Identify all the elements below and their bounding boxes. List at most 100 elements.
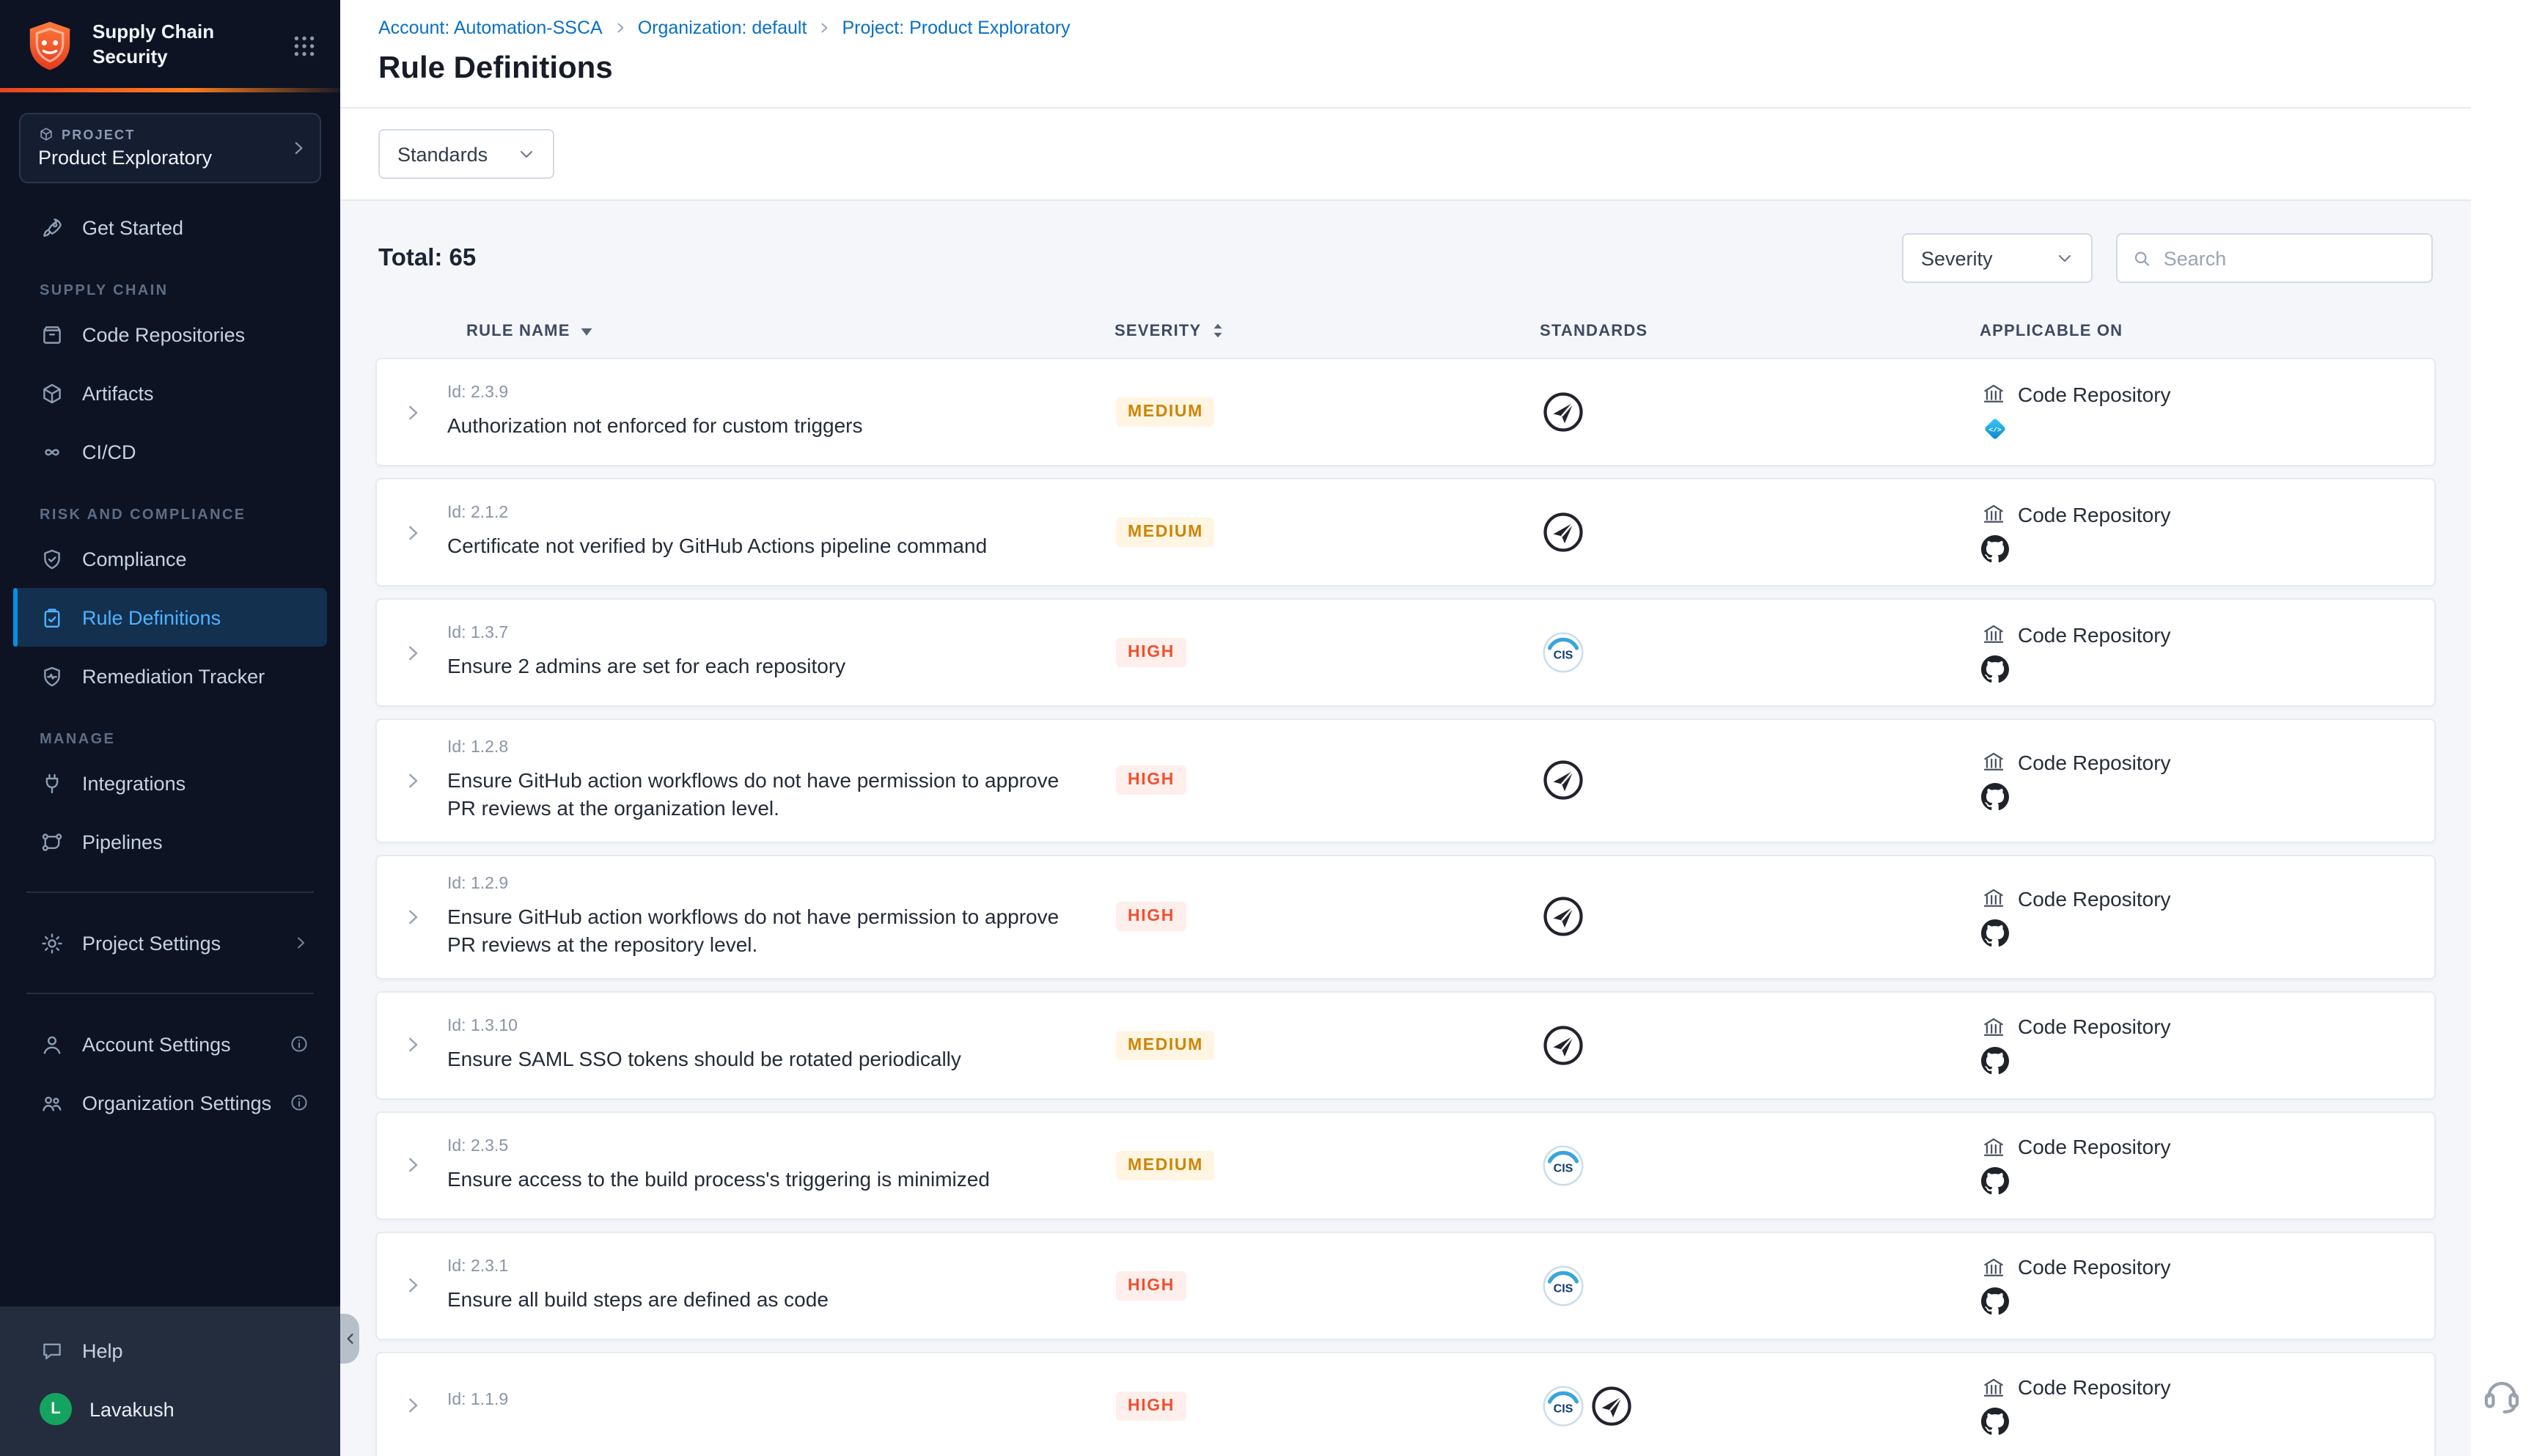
panel-toolbar: Total: 65 Severity — [340, 201, 2471, 283]
severity-cell: HIGH — [1116, 902, 1400, 931]
column-header-severity[interactable]: SEVERITY — [1114, 321, 1399, 340]
code-repository-icon — [1981, 381, 2006, 406]
sidebar-item-rule-definitions[interactable]: Rule Definitions — [13, 588, 327, 647]
rule-id: Id: 1.3.7 — [447, 625, 1101, 642]
row-expander[interactable] — [377, 770, 447, 792]
rule-name-cell: Id: 2.3.9 Authorization not enforced for… — [447, 365, 1116, 459]
source-cell — [1981, 534, 2434, 563]
svg-text:CIS: CIS — [1554, 650, 1573, 662]
module-switcher-grid-icon[interactable] — [289, 30, 320, 61]
severity-badge: HIGH — [1116, 766, 1186, 795]
chevron-right-icon — [401, 1154, 423, 1176]
rule-name-cell: Id: 1.2.8 Ensure GitHub action workflows… — [447, 720, 1116, 842]
rules-panel: Total: 65 Severity RULE NAME — [340, 201, 2471, 1456]
table-row[interactable]: Id: 1.2.9 Ensure GitHub action workflows… — [375, 855, 2436, 979]
chevron-right-icon — [401, 401, 423, 423]
row-expander[interactable] — [377, 905, 447, 927]
row-expander[interactable] — [377, 1394, 447, 1416]
info-icon[interactable] — [289, 1034, 309, 1054]
severity-badge: HIGH — [1116, 638, 1186, 667]
rule-id: Id: 1.2.8 — [447, 739, 1101, 757]
cis-standard-icon: CIS — [1541, 630, 1585, 674]
rule-id: Id: 1.1.9 — [447, 1391, 1101, 1409]
rule-id: Id: 2.3.1 — [447, 1257, 1101, 1275]
standards-cell — [1400, 390, 1870, 434]
severity-badge: MEDIUM — [1116, 1030, 1215, 1059]
sidebar-item-artifacts[interactable]: Artifacts — [13, 364, 327, 422]
chevron-right-icon — [401, 521, 423, 543]
breadcrumb-organization-link[interactable]: Organization: default — [638, 18, 807, 38]
search-input[interactable] — [2164, 247, 2417, 269]
sidebar-item-label: Code Repositories — [82, 323, 245, 345]
row-expander[interactable] — [377, 1154, 447, 1176]
row-expander[interactable] — [377, 521, 447, 543]
sidebar-item-cicd[interactable]: CI/CD — [13, 422, 327, 481]
sidebar-item-compliance[interactable]: Compliance — [13, 529, 327, 588]
table-row[interactable]: Id: 1.1.9 HIGH CIS Code Repository — [375, 1351, 2436, 1456]
rocket-icon — [40, 215, 65, 240]
row-expander[interactable] — [377, 1274, 447, 1296]
search-icon — [2132, 247, 2152, 269]
sidebar-item-remediation-tracker[interactable]: Remediation Tracker — [13, 647, 327, 705]
severity-cell: HIGH — [1116, 766, 1400, 795]
severity-cell: HIGH — [1116, 638, 1400, 667]
severity-badge: HIGH — [1116, 902, 1186, 931]
sidebar-item-code-repositories[interactable]: Code Repositories — [13, 305, 327, 364]
applicable-on-cell: Code Repository — [1870, 1014, 2434, 1076]
app-title: Supply Chain Security — [92, 21, 274, 70]
column-header-standards[interactable]: STANDARDS — [1399, 322, 1868, 339]
breadcrumb-project-link[interactable]: Project: Product Exploratory — [842, 18, 1070, 38]
chevron-down-icon — [517, 145, 535, 163]
table-row[interactable]: Id: 2.3.1 Ensure all build steps are def… — [375, 1231, 2436, 1339]
info-icon[interactable] — [289, 1092, 309, 1113]
severity-badge: HIGH — [1116, 1271, 1186, 1300]
code-repository-icon — [1981, 750, 2006, 775]
sidebar-item-account-settings[interactable]: Account Settings — [13, 1015, 327, 1073]
applicable-on-cell: Code Repository — [1870, 886, 2434, 947]
row-expander[interactable] — [377, 401, 447, 423]
sidebar-item-get-started[interactable]: Get Started — [13, 198, 327, 257]
applicable-on-cell: Code Repository — [1870, 501, 2434, 563]
project-selector[interactable]: PROJECT Product Exploratory — [19, 113, 321, 183]
divider — [26, 891, 314, 893]
plane-standard-icon — [1541, 510, 1585, 554]
chevron-down-icon — [2056, 249, 2074, 267]
standards-filter-dropdown[interactable]: Standards — [378, 129, 554, 179]
table-row[interactable]: Id: 1.2.8 Ensure GitHub action workflows… — [375, 718, 2436, 843]
code-repository-icon — [1981, 501, 2006, 526]
table-row[interactable]: Id: 1.3.7 Ensure 2 admins are set for ea… — [375, 598, 2436, 707]
github-icon — [1981, 1287, 2009, 1315]
table-row[interactable]: Id: 2.3.9 Authorization not enforced for… — [375, 358, 2436, 466]
chevron-right-icon — [401, 1394, 423, 1416]
repository-box-icon — [40, 322, 65, 347]
page-header: Account: Automation-SSCA Organization: d… — [340, 0, 2534, 107]
source-cell — [1981, 782, 2434, 812]
column-header-rule-name[interactable]: RULE NAME — [446, 322, 1114, 339]
support-headset-button[interactable] — [2480, 1372, 2524, 1424]
applicable-on-label: Code Repository — [2018, 886, 2171, 910]
sidebar-item-integrations[interactable]: Integrations — [13, 754, 327, 812]
breadcrumb-account-link[interactable]: Account: Automation-SSCA — [378, 18, 603, 38]
sidebar-item-pipelines[interactable]: Pipelines — [13, 812, 327, 871]
applicable-on-cell: Code Repository </> — [1870, 381, 2434, 443]
table-row[interactable]: Id: 1.3.10 Ensure SAML SSO tokens should… — [375, 990, 2436, 1099]
user-profile[interactable]: L Lavakush — [13, 1380, 327, 1438]
user-name: Lavakush — [89, 1398, 175, 1420]
sidebar-footer: Help L Lavakush — [0, 1306, 340, 1456]
github-icon — [1981, 655, 2009, 683]
sidebar-collapse-handle[interactable] — [340, 1314, 359, 1364]
sidebar-item-project-settings[interactable]: Project Settings — [13, 913, 327, 972]
row-expander[interactable] — [377, 1034, 447, 1056]
column-header-applicable-on[interactable]: APPLICABLE ON — [1868, 322, 2436, 339]
github-icon — [1981, 534, 2009, 562]
chevron-right-icon — [401, 641, 423, 663]
table-row[interactable]: Id: 2.1.2 Certificate not verified by Gi… — [375, 478, 2436, 587]
chevron-right-icon — [401, 770, 423, 792]
app-window: Supply Chain Security PROJECT Product Ex… — [0, 0, 2534, 1456]
row-expander[interactable] — [377, 641, 447, 663]
table-row[interactable]: Id: 2.3.5 Ensure access to the build pro… — [375, 1111, 2436, 1219]
main-content: Account: Automation-SSCA Organization: d… — [340, 0, 2534, 1456]
sidebar-item-organization-settings[interactable]: Organization Settings — [13, 1073, 327, 1132]
sidebar-item-help[interactable]: Help — [13, 1321, 327, 1380]
severity-filter-dropdown[interactable]: Severity — [1902, 233, 2093, 283]
